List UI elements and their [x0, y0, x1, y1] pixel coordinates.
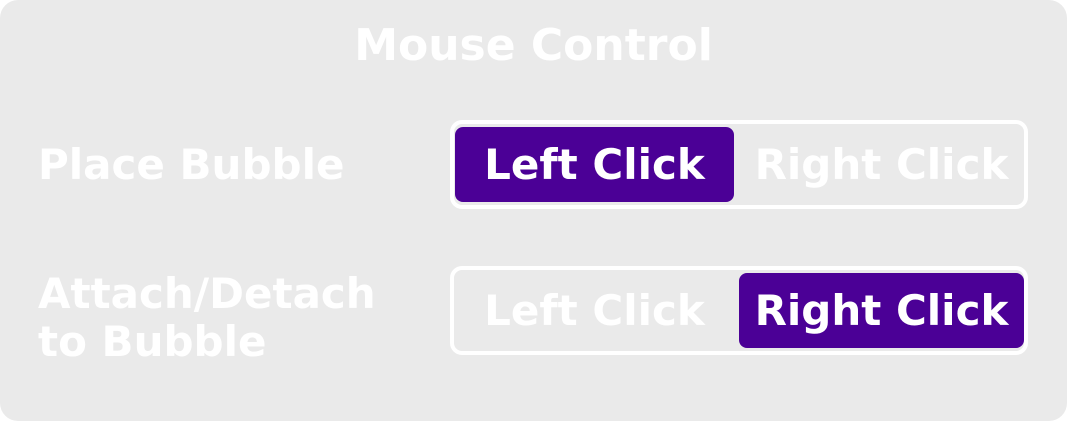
- attach-detach-left-click-option[interactable]: Left Click: [455, 273, 734, 348]
- attach-detach-toggle: Left Click Right Click: [450, 266, 1028, 355]
- attach-detach-label: Attach/Detach to Bubble: [38, 269, 376, 366]
- mouse-control-panel: Mouse Control Place Bubble Left Click Ri…: [0, 0, 1067, 421]
- place-bubble-toggle: Left Click Right Click: [450, 120, 1028, 209]
- place-bubble-label: Place Bubble: [38, 140, 345, 189]
- place-bubble-right-click-option[interactable]: Right Click: [739, 127, 1024, 202]
- panel-title: Mouse Control: [354, 20, 713, 71]
- attach-detach-right-click-option[interactable]: Right Click: [739, 273, 1024, 348]
- place-bubble-left-click-option[interactable]: Left Click: [455, 127, 734, 202]
